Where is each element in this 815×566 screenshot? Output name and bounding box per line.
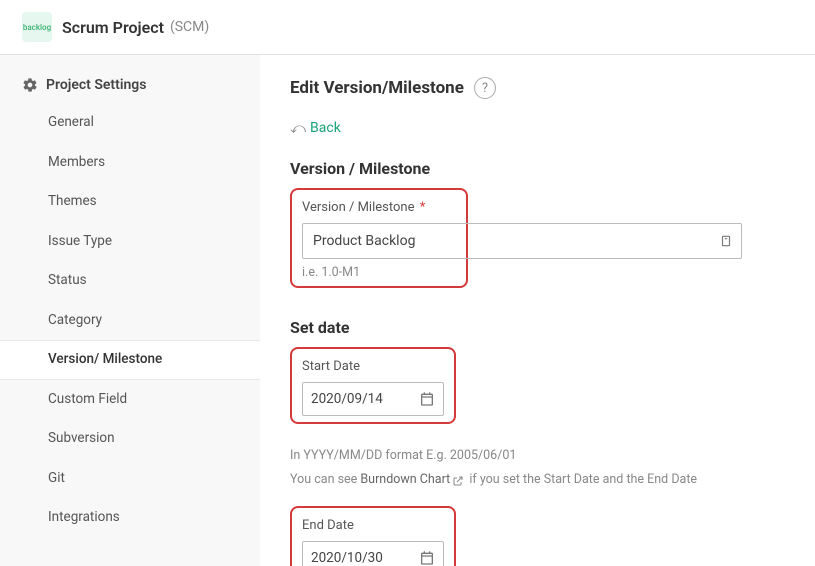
section-date-heading: Set date (290, 318, 789, 337)
sidebar: Project Settings General Members Themes … (0, 55, 260, 566)
sidebar-item-subversion[interactable]: Subversion (0, 419, 260, 459)
header: backlog Scrum Project (SCM) (0, 0, 815, 55)
end-date-highlight-box: End Date 2020/10/30 (290, 506, 456, 566)
sidebar-item-custom-field[interactable]: Custom Field (0, 380, 260, 420)
sidebar-item-git[interactable]: Git (0, 459, 260, 499)
sidebar-list: General Members Themes Issue Type Status… (0, 103, 260, 538)
end-date-block: End Date 2020/10/30 In YYYY/MM/DD format… (290, 506, 789, 566)
end-date-label: End Date (302, 518, 444, 533)
end-date-input[interactable]: 2020/10/30 (302, 541, 444, 566)
section-version-heading: Version / Milestone (290, 159, 789, 178)
start-date-highlight-box: Start Date 2020/09/14 (290, 347, 456, 424)
page-title: Edit Version/Milestone (290, 78, 464, 98)
sidebar-item-version-milestone[interactable]: Version/ Milestone (0, 340, 260, 380)
start-hint2-pre: You can see (290, 472, 360, 487)
input-bookmark-icon (719, 234, 733, 248)
required-asterisk: * (420, 200, 426, 215)
start-date-value: 2020/09/14 (311, 391, 419, 407)
version-input-value: Product Backlog (313, 233, 731, 249)
version-field-label: Version / Milestone * (302, 200, 456, 215)
version-highlight-box: Version / Milestone * Product Backlog i.… (290, 188, 468, 288)
external-link-icon (452, 474, 464, 486)
start-hint2-post: if you set the Start Date and the End Da… (466, 472, 697, 487)
sidebar-item-status[interactable]: Status (0, 261, 260, 301)
page-title-row: Edit Version/Milestone ? (290, 77, 789, 99)
undo-icon: ⤺ (290, 119, 306, 137)
sidebar-item-members[interactable]: Members (0, 143, 260, 183)
sidebar-item-issue-type[interactable]: Issue Type (0, 222, 260, 262)
back-row: ⤺ Back (290, 119, 789, 137)
version-input[interactable]: Product Backlog (302, 223, 742, 259)
start-date-hint1: In YYYY/MM/DD format E.g. 2005/06/01 (290, 446, 789, 466)
start-date-input[interactable]: 2020/09/14 (302, 382, 444, 416)
body: Project Settings General Members Themes … (0, 55, 815, 566)
sidebar-heading: Project Settings (0, 77, 260, 103)
start-date-block: Start Date 2020/09/14 In YYYY/MM/DD form… (290, 347, 789, 490)
help-icon[interactable]: ? (474, 77, 496, 99)
end-date-value: 2020/10/30 (311, 550, 419, 566)
sidebar-heading-label: Project Settings (46, 77, 146, 93)
version-field-label-text: Version / Milestone (302, 200, 414, 215)
calendar-icon[interactable] (419, 391, 435, 407)
sidebar-item-integrations[interactable]: Integrations (0, 498, 260, 538)
project-key: (SCM) (170, 19, 209, 35)
backlog-logo: backlog (22, 12, 52, 42)
burndown-chart-link[interactable]: Burndown Chart (360, 472, 450, 487)
gear-icon (22, 77, 38, 93)
sidebar-item-themes[interactable]: Themes (0, 182, 260, 222)
sidebar-item-general[interactable]: General (0, 103, 260, 143)
start-date-label: Start Date (302, 359, 444, 374)
sidebar-item-category[interactable]: Category (0, 301, 260, 341)
start-date-hint2: You can see Burndown Chart if you set th… (290, 470, 789, 490)
back-link[interactable]: Back (310, 120, 341, 136)
calendar-icon[interactable] (419, 550, 435, 566)
project-title: Scrum Project (62, 18, 164, 37)
version-hint: i.e. 1.0-M1 (302, 265, 456, 280)
main-content: Edit Version/Milestone ? ⤺ Back Version … (260, 55, 815, 566)
